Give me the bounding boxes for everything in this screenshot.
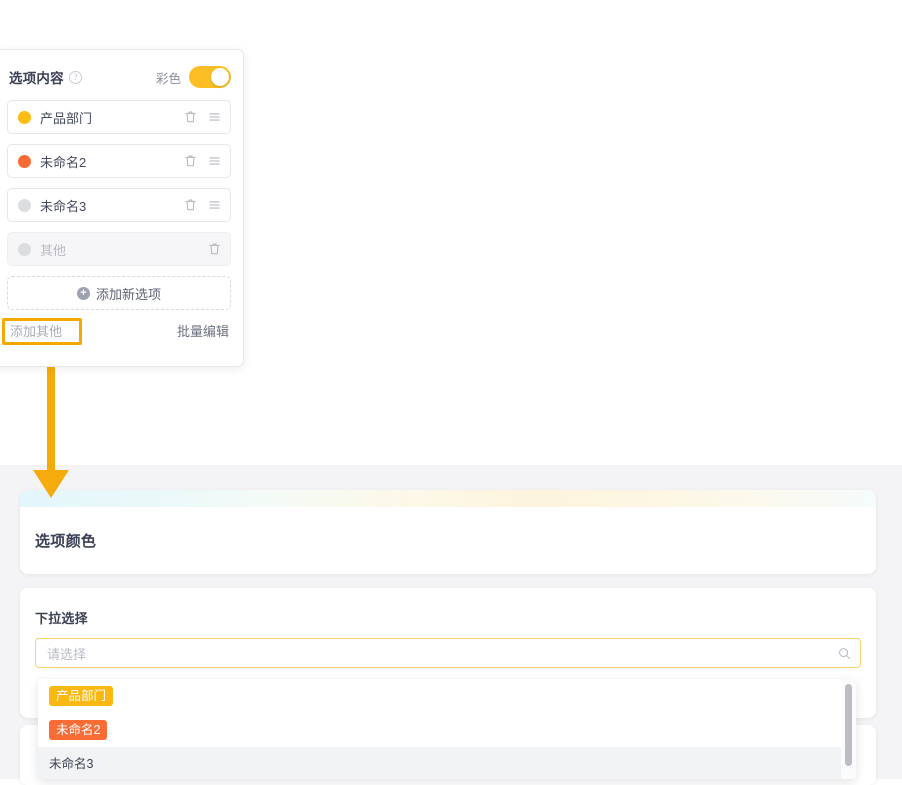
search-icon	[839, 647, 851, 659]
option-color-dot[interactable]	[18, 154, 31, 168]
option-content-panel: 选项内容 ? 彩色 产品部门 未命名2 未命名3 其他 + 添加新选项 添加其他…	[0, 49, 244, 367]
trash-icon[interactable]	[208, 242, 221, 256]
add-other-button[interactable]: 添加其他	[7, 317, 65, 344]
option-row-icons	[208, 242, 221, 256]
field-label-dropdown: 下拉选择	[35, 611, 88, 626]
option-label[interactable]: 未命名2	[40, 152, 184, 171]
trash-icon[interactable]	[184, 110, 197, 124]
option-color-dot[interactable]	[18, 198, 31, 212]
option-tag: 未命名3	[49, 757, 94, 771]
color-toggle-label: 彩色	[155, 71, 181, 86]
toggle-knob	[211, 68, 229, 86]
color-toggle-group[interactable]: 彩色	[156, 66, 231, 88]
panel-footer: 添加其他 批量编辑	[7, 316, 231, 344]
drag-handle-icon[interactable]	[208, 110, 221, 124]
option-label[interactable]: 产品部门	[40, 108, 184, 127]
bulk-edit-button[interactable]: 批量编辑	[177, 321, 231, 340]
option-tag: 未命名2	[49, 720, 108, 740]
option-label[interactable]: 未命名3	[40, 196, 184, 215]
dropdown-select-input[interactable]: 请选择	[35, 638, 861, 668]
option-row-icons	[184, 110, 221, 124]
drag-handle-icon[interactable]	[208, 198, 221, 212]
option-color-dot	[18, 242, 31, 256]
option-row[interactable]: 未命名3	[7, 188, 231, 222]
dropdown-item[interactable]: 未命名2	[38, 713, 856, 747]
panel-title-group: 选项内容 ?	[7, 67, 82, 87]
question-circle-icon[interactable]: ?	[68, 70, 82, 84]
panel-header: 选项内容 ? 彩色	[7, 66, 231, 88]
option-label: 其他	[40, 242, 67, 258]
dropdown-options-list[interactable]: 产品部门 未命名2 未命名3	[38, 679, 856, 779]
color-toggle-switch[interactable]	[189, 66, 231, 88]
dropdown-item[interactable]: 产品部门	[38, 679, 856, 713]
option-row-icons	[184, 154, 221, 168]
add-new-option-button[interactable]: + 添加新选项	[7, 276, 231, 310]
page-title: 选项颜色	[35, 533, 97, 550]
option-row[interactable]: 产品部门	[7, 100, 231, 134]
select-placeholder: 请选择	[47, 646, 87, 662]
option-tag: 产品部门	[49, 686, 114, 706]
add-new-option-label: 添加新选项	[95, 286, 161, 302]
option-row-icons	[184, 198, 221, 212]
option-row-other: 其他	[7, 232, 231, 266]
preview-title-card: 选项颜色	[20, 490, 876, 574]
drag-handle-icon[interactable]	[208, 154, 221, 168]
option-row[interactable]: 未命名2	[7, 144, 231, 178]
panel-title: 选项内容	[9, 71, 64, 86]
dropdown-item[interactable]: 未命名3	[38, 747, 856, 779]
trash-icon[interactable]	[184, 154, 197, 168]
plus-circle-icon: +	[76, 286, 90, 300]
vertical-scrollbar[interactable]	[845, 684, 852, 766]
trash-icon[interactable]	[184, 198, 197, 212]
down-arrow-icon	[33, 470, 69, 498]
option-color-dot[interactable]	[18, 110, 31, 124]
card-gradient-strip	[20, 490, 876, 507]
